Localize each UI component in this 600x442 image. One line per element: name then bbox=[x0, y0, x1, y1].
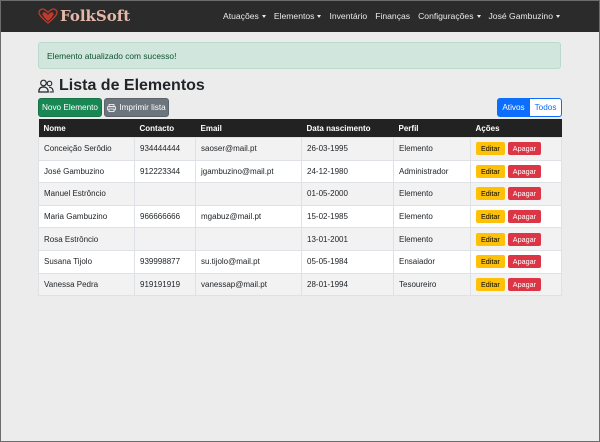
page-title-text: Lista de Elementos bbox=[59, 77, 205, 94]
cell-nascimento: 13-01-2001 bbox=[301, 227, 394, 251]
delete-button[interactable]: Apagar bbox=[507, 232, 541, 246]
users-icon bbox=[38, 79, 54, 93]
status-filter: Ativos Todos bbox=[497, 98, 562, 117]
brand-name: FolkSoft bbox=[60, 7, 131, 25]
cell-nascimento: 05-05-1984 bbox=[301, 249, 394, 274]
filter-active-button[interactable]: Ativos bbox=[497, 98, 530, 117]
filter-all-button[interactable]: Todos bbox=[530, 98, 562, 117]
edit-button[interactable]: Editar bbox=[476, 164, 505, 178]
cell-nascimento: 15-02-1985 bbox=[301, 204, 394, 228]
cell-actions: Editar Apagar bbox=[470, 137, 562, 161]
elements-table: Nome Contacto Email Data nascimento Perf… bbox=[38, 119, 562, 297]
heart-logo-icon bbox=[38, 8, 58, 24]
nav-configuracoes[interactable]: Configurações bbox=[418, 11, 481, 21]
main-nav: Atuações Elementos Inventário Finanças C… bbox=[223, 0, 560, 32]
caret-down-icon bbox=[556, 14, 560, 18]
cell-perfil: Elemento bbox=[393, 227, 471, 251]
new-element-button[interactable]: Novo Elemento bbox=[38, 98, 102, 117]
top-navbar: FolkSoft Atuações Elementos Inventário F… bbox=[0, 0, 600, 32]
success-alert: Elemento atualizado com sucesso! bbox=[38, 42, 561, 69]
cell-nome: Vanessa Pedra bbox=[38, 272, 135, 297]
page-title: Lista de Elementos bbox=[38, 77, 205, 95]
cell-actions: Editar Apagar bbox=[470, 204, 562, 228]
delete-button[interactable]: Apagar bbox=[507, 255, 541, 269]
brand[interactable]: FolkSoft bbox=[38, 7, 130, 25]
cell-nome: Susana Tijolo bbox=[38, 249, 135, 274]
cell-nascimento: 24-12-1980 bbox=[301, 159, 394, 183]
table-row: Maria Gambuzino 966666666 mgabuz@mail.pt… bbox=[38, 204, 562, 228]
edit-button[interactable]: Editar bbox=[476, 187, 505, 201]
cell-actions: Editar Apagar bbox=[470, 249, 562, 274]
print-list-label: Imprimir lista bbox=[119, 103, 166, 112]
table-header-row: Nome Contacto Email Data nascimento Perf… bbox=[38, 119, 562, 138]
cell-nascimento: 26-03-1995 bbox=[301, 137, 394, 161]
nav-financas[interactable]: Finanças bbox=[375, 11, 410, 21]
cell-perfil: Ensaiador bbox=[393, 249, 471, 274]
nav-elementos[interactable]: Elementos bbox=[274, 11, 322, 21]
new-element-label: Novo Elemento bbox=[42, 103, 98, 112]
cell-email bbox=[195, 227, 302, 251]
cell-actions: Editar Apagar bbox=[470, 272, 562, 297]
table-row: Conceição Serôdio 934444444 saoser@mail.… bbox=[38, 137, 562, 161]
column-header: Ações bbox=[475, 123, 500, 133]
caret-down-icon bbox=[317, 14, 322, 18]
print-list-button[interactable]: Imprimir lista bbox=[104, 98, 169, 117]
cell-nome: Maria Gambuzino bbox=[38, 204, 135, 228]
edit-button[interactable]: Editar bbox=[476, 232, 505, 246]
caret-down-icon bbox=[261, 14, 266, 18]
nav-user-menu[interactable]: José Gambuzino bbox=[489, 11, 560, 21]
cell-email: vanessap@mail.pt bbox=[195, 272, 302, 297]
table-row: José Gambuzino 912223344 jgambuzino@mail… bbox=[38, 159, 562, 183]
cell-contacto bbox=[134, 182, 196, 206]
cell-email: mgabuz@mail.pt bbox=[195, 204, 302, 228]
caret-down-icon bbox=[476, 14, 481, 18]
cell-contacto bbox=[134, 227, 196, 251]
edit-button[interactable]: Editar bbox=[476, 255, 505, 269]
cell-actions: Editar Apagar bbox=[470, 227, 562, 251]
delete-button[interactable]: Apagar bbox=[507, 142, 541, 156]
cell-perfil: Tesoureiro bbox=[393, 272, 471, 297]
cell-email bbox=[195, 182, 302, 206]
cell-perfil: Elemento bbox=[393, 182, 471, 206]
cell-email: jgambuzino@mail.pt bbox=[195, 159, 302, 183]
cell-nome: José Gambuzino bbox=[38, 159, 135, 183]
table-row: Rosa Estrôncio 13-01-2001 Elemento Edita… bbox=[38, 227, 562, 251]
delete-button[interactable]: Apagar bbox=[507, 187, 541, 201]
edit-button[interactable]: Editar bbox=[476, 210, 505, 224]
column-header[interactable]: Perfil bbox=[394, 119, 471, 138]
printer-icon bbox=[107, 103, 117, 112]
cell-email: saoser@mail.pt bbox=[195, 137, 302, 161]
cell-contacto: 939998877 bbox=[134, 249, 196, 274]
alert-message: Elemento atualizado com sucesso! bbox=[47, 50, 177, 61]
cell-perfil: Administrador bbox=[393, 159, 471, 183]
edit-button[interactable]: Editar bbox=[476, 277, 505, 291]
cell-nome: Manuel Estrôncio bbox=[38, 182, 135, 206]
cell-nascimento: 01-05-2000 bbox=[301, 182, 394, 206]
cell-contacto: 934444444 bbox=[134, 137, 196, 161]
cell-actions: Editar Apagar bbox=[470, 159, 562, 183]
table-row: Manuel Estrôncio 01-05-2000 Elemento Edi… bbox=[38, 182, 562, 206]
delete-button[interactable]: Apagar bbox=[507, 164, 541, 178]
column-header[interactable]: Data nascimento bbox=[302, 119, 394, 138]
cell-actions: Editar Apagar bbox=[470, 182, 562, 206]
column-header[interactable]: Nome bbox=[39, 119, 135, 138]
cell-contacto: 912223344 bbox=[134, 159, 196, 183]
delete-button[interactable]: Apagar bbox=[507, 277, 541, 291]
cell-nome: Conceição Serôdio bbox=[38, 137, 135, 161]
cell-perfil: Elemento bbox=[393, 137, 471, 161]
cell-nome: Rosa Estrôncio bbox=[38, 227, 135, 251]
nav-inventario[interactable]: Inventário bbox=[329, 11, 367, 21]
cell-perfil: Elemento bbox=[393, 204, 471, 228]
edit-button[interactable]: Editar bbox=[476, 142, 505, 156]
table-row: Susana Tijolo 939998877 su.tijolo@mail.p… bbox=[38, 249, 562, 274]
nav-atuacoes[interactable]: Atuações bbox=[223, 11, 266, 21]
cell-email: su.tijolo@mail.pt bbox=[195, 249, 302, 274]
column-header[interactable]: Contacto bbox=[135, 119, 196, 138]
cell-contacto: 919191919 bbox=[134, 272, 196, 297]
cell-nascimento: 28-01-1994 bbox=[301, 272, 394, 297]
delete-button[interactable]: Apagar bbox=[507, 210, 541, 224]
cell-contacto: 966666666 bbox=[134, 204, 196, 228]
column-header[interactable]: Email bbox=[196, 119, 302, 138]
table-row: Vanessa Pedra 919191919 vanessap@mail.pt… bbox=[38, 272, 562, 297]
